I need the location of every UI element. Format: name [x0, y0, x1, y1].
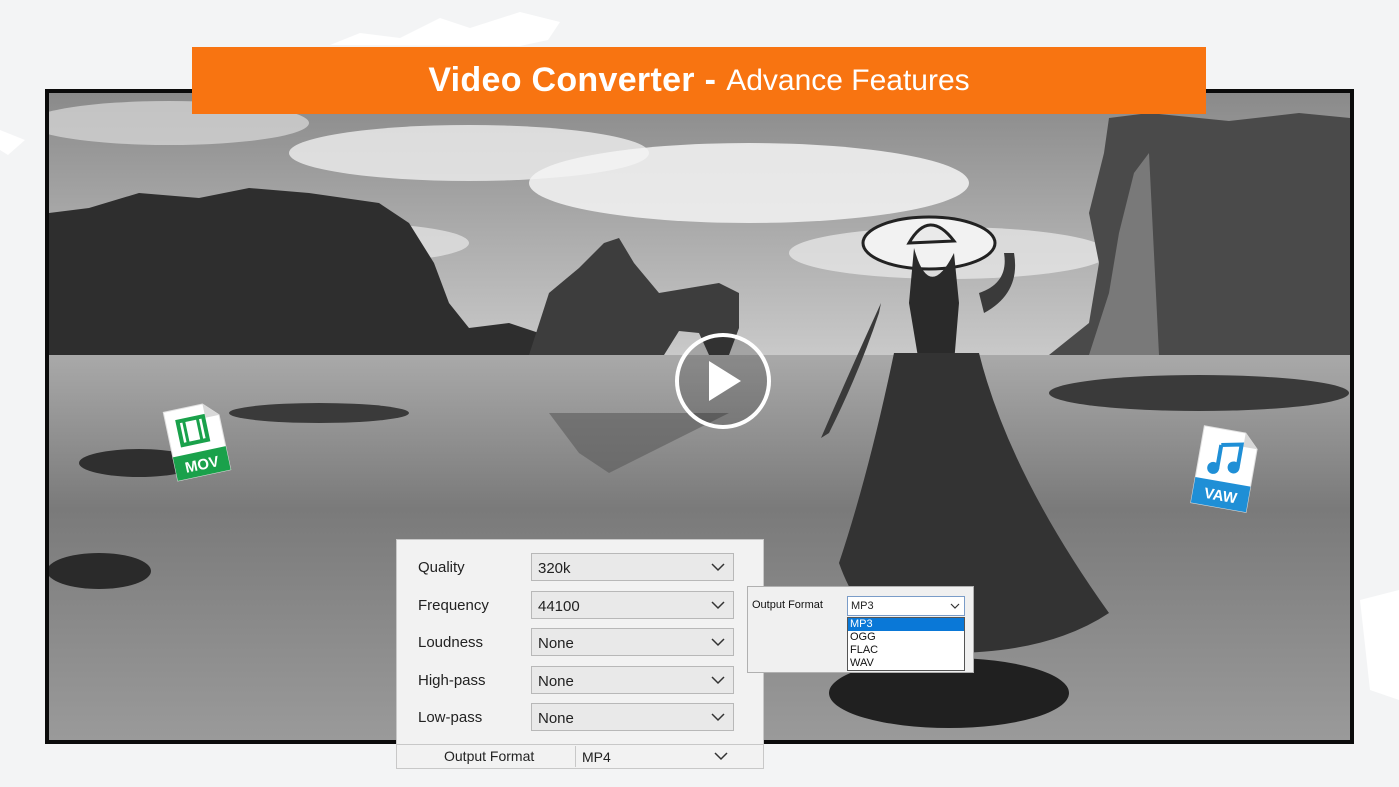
chevron-down-icon — [711, 676, 725, 685]
setting-label: Low-pass — [418, 709, 483, 726]
setting-label: Loudness — [418, 634, 484, 651]
output-format-label: Output Format — [752, 599, 823, 611]
format-option-mp3[interactable]: MP3 — [848, 618, 964, 631]
chevron-down-icon — [711, 563, 725, 572]
setting-row-loudness: Loudness None — [397, 628, 763, 658]
audio-settings-panel: Quality 320k Frequency 44100 Loudness No… — [396, 539, 764, 745]
setting-label: Frequency — [418, 597, 489, 614]
play-icon — [709, 361, 741, 401]
format-option-wav[interactable]: WAV — [848, 657, 964, 670]
setting-label: Quality — [418, 559, 465, 576]
high-pass-select[interactable]: None — [531, 666, 734, 694]
output-format-label: Output Format — [444, 748, 535, 764]
chevron-down-icon — [950, 603, 960, 609]
setting-row-frequency: Frequency 44100 — [397, 591, 763, 621]
select-value: MP3 — [851, 600, 874, 612]
setting-row-low-pass: Low-pass None — [397, 703, 763, 733]
chevron-down-icon — [711, 638, 725, 647]
audio-output-format-popup: Output Format MP3 MP3 OGG FLAC WAV — [747, 586, 974, 673]
chevron-down-icon — [714, 752, 728, 761]
wav-file-icon: VAW — [1190, 425, 1258, 513]
low-pass-select[interactable]: None — [531, 703, 734, 731]
select-value: 44100 — [538, 598, 580, 615]
video-output-format-bar: Output Format MP4 — [396, 744, 764, 769]
setting-row-high-pass: High-pass None — [397, 666, 763, 696]
chevron-down-icon — [711, 601, 725, 610]
format-option-flac[interactable]: FLAC — [848, 644, 964, 657]
quality-select[interactable]: 320k — [531, 553, 734, 581]
title-banner: Video Converter - Advance Features — [192, 47, 1206, 114]
setting-label: High-pass — [418, 672, 486, 689]
select-value: None — [538, 710, 574, 727]
select-value: None — [538, 635, 574, 652]
play-button[interactable] — [675, 333, 771, 429]
banner-subtitle: Advance Features — [726, 63, 970, 97]
select-value: MP4 — [582, 749, 611, 765]
select-value: None — [538, 673, 574, 690]
format-option-ogg[interactable]: OGG — [848, 631, 964, 644]
audio-output-format-select[interactable]: MP3 — [847, 596, 965, 616]
frequency-select[interactable]: 44100 — [531, 591, 734, 619]
loudness-select[interactable]: None — [531, 628, 734, 656]
setting-row-quality: Quality 320k — [397, 553, 763, 583]
chevron-down-icon — [711, 713, 725, 722]
video-output-format-select[interactable]: MP4 — [575, 746, 736, 767]
mov-file-icon: MOV — [162, 403, 232, 482]
select-value: 320k — [538, 560, 571, 577]
format-options-list: MP3 OGG FLAC WAV — [847, 617, 965, 671]
banner-title: Video Converter - — [428, 61, 717, 99]
